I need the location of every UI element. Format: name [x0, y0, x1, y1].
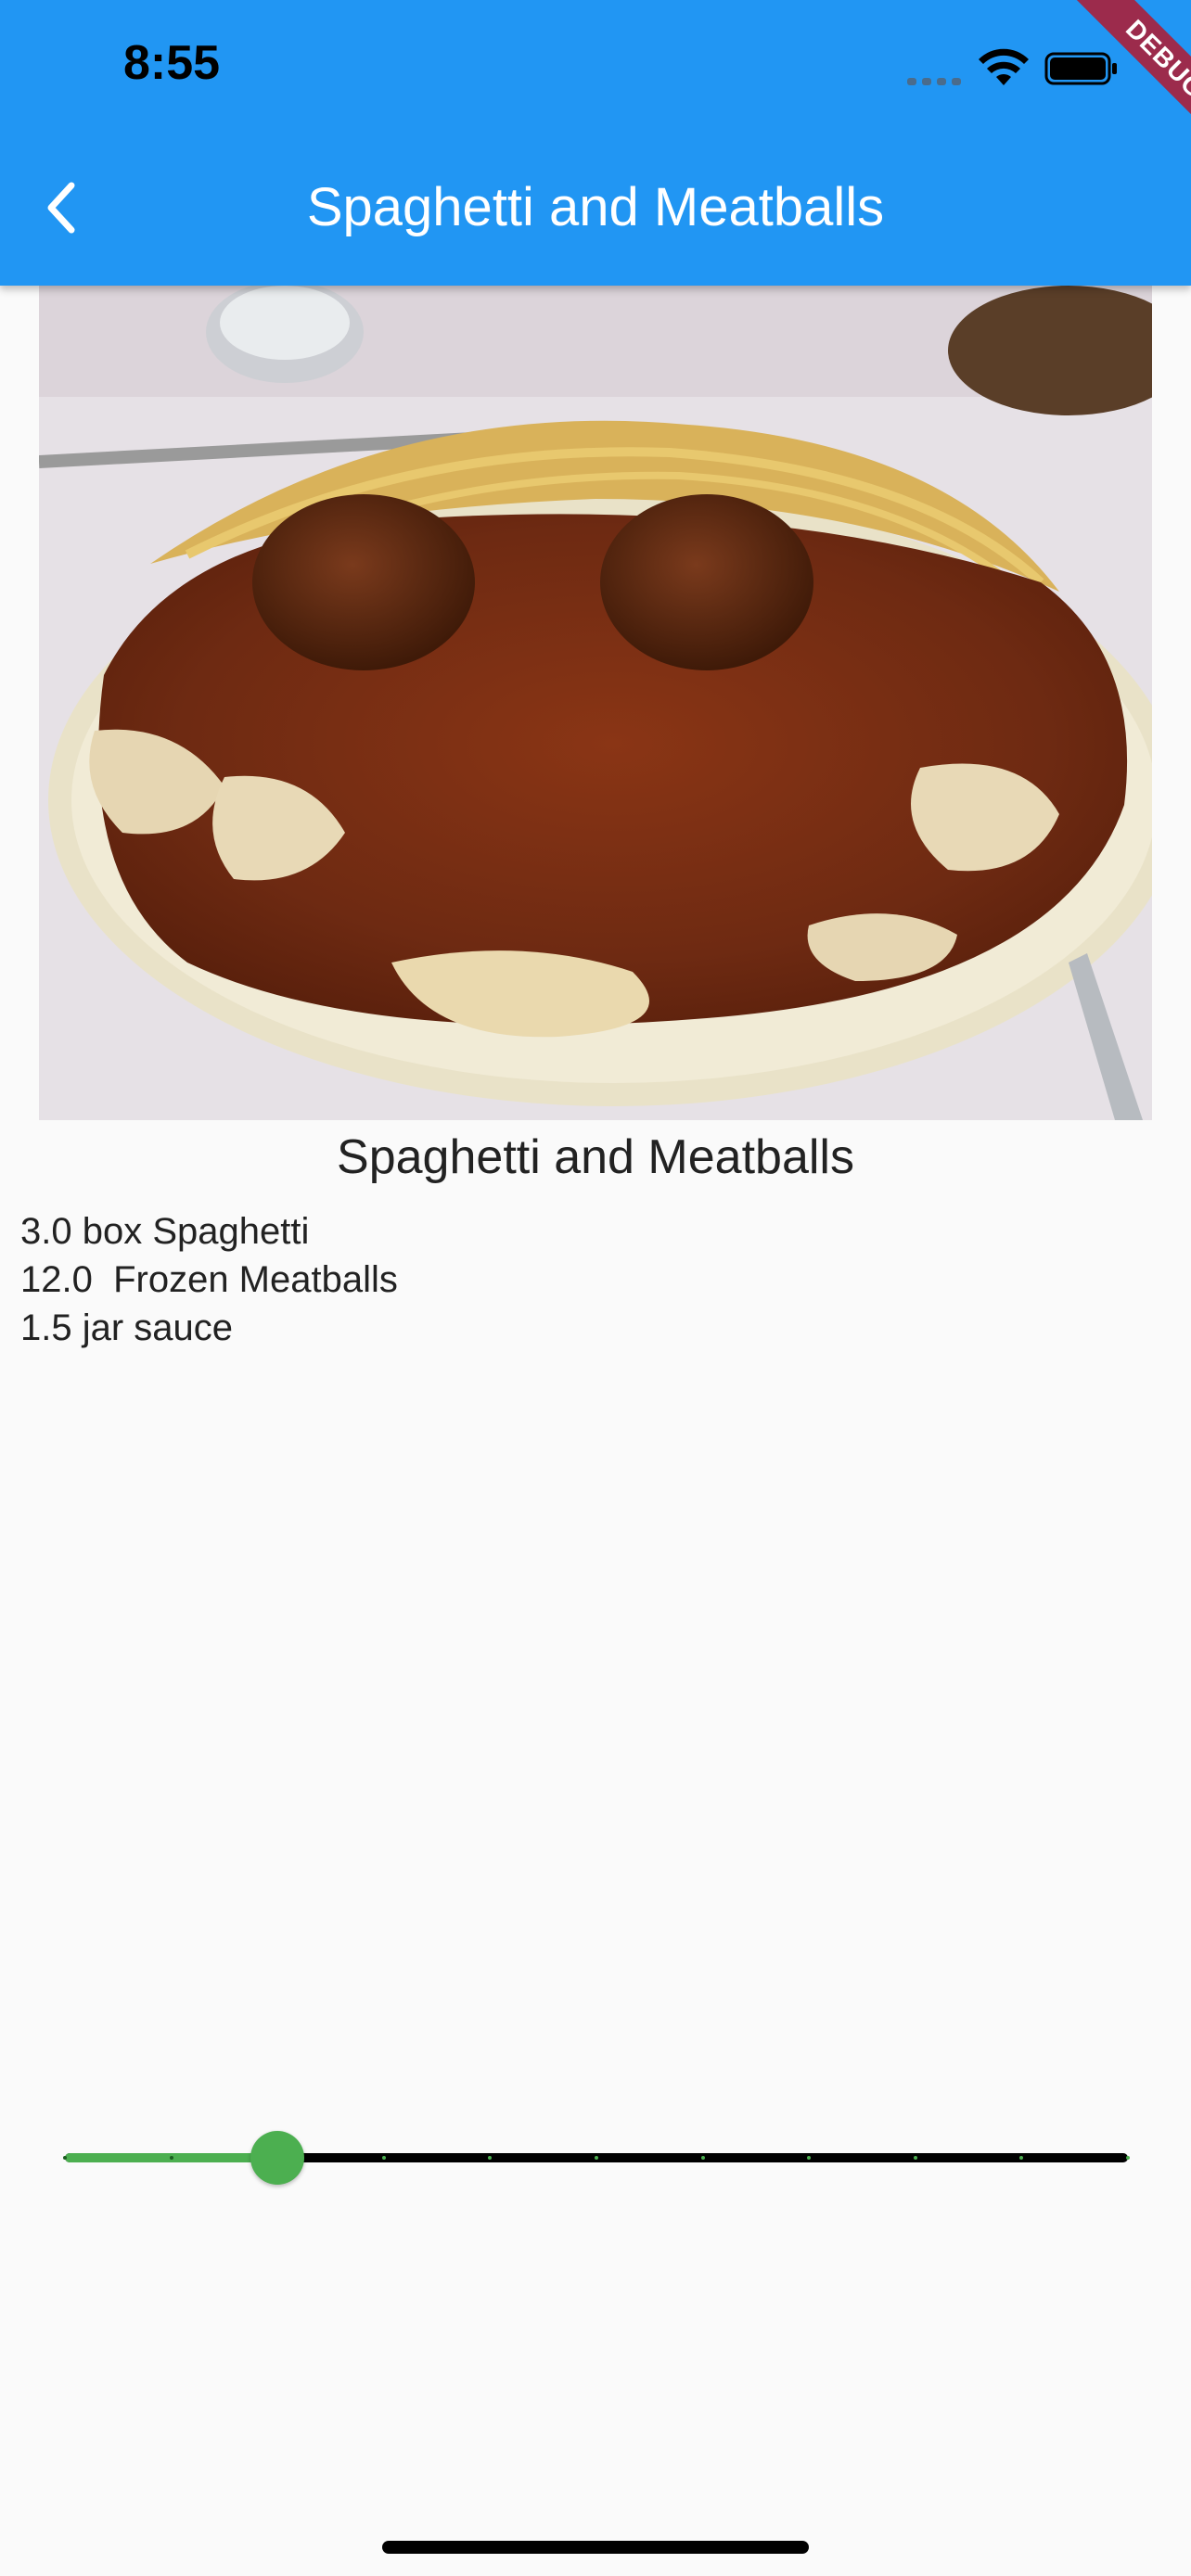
debug-banner-label: DEBUG: [1058, 0, 1191, 166]
status-bar-time: 8:55: [123, 36, 221, 90]
ingredient-list: 3.0 box Spaghetti 12.0 Frozen Meatballs …: [20, 1207, 398, 1352]
slider-tick: [700, 2156, 705, 2160]
slider-tick: [381, 2156, 386, 2160]
servings-slider[interactable]: [63, 2129, 1130, 2185]
slider-tick: [63, 2156, 67, 2160]
home-indicator: [382, 2541, 809, 2554]
slider-tick: [1126, 2156, 1130, 2160]
ingredient-item: 3.0 box Spaghetti: [20, 1211, 310, 1252]
ingredient-item: 1.5 jar sauce: [20, 1307, 234, 1348]
slider-tick: [169, 2156, 173, 2160]
page-title: Spaghetti and Meatballs: [306, 177, 885, 237]
ingredient-item: 12.0 Frozen Meatballs: [20, 1259, 398, 1300]
recipe-image: [39, 286, 1152, 1120]
slider-tick: [913, 2156, 917, 2160]
cellular-signal-icon: [907, 78, 961, 85]
slider-thumb[interactable]: [250, 2131, 305, 2185]
wifi-icon: [979, 48, 1029, 85]
slider-tick: [595, 2156, 598, 2160]
app-bar: 8:55 Spaghetti and Meatballs: [0, 0, 1191, 286]
recipe-title: Spaghetti and Meatballs: [337, 1130, 854, 1184]
debug-banner: DEBUG: [1024, 0, 1191, 167]
